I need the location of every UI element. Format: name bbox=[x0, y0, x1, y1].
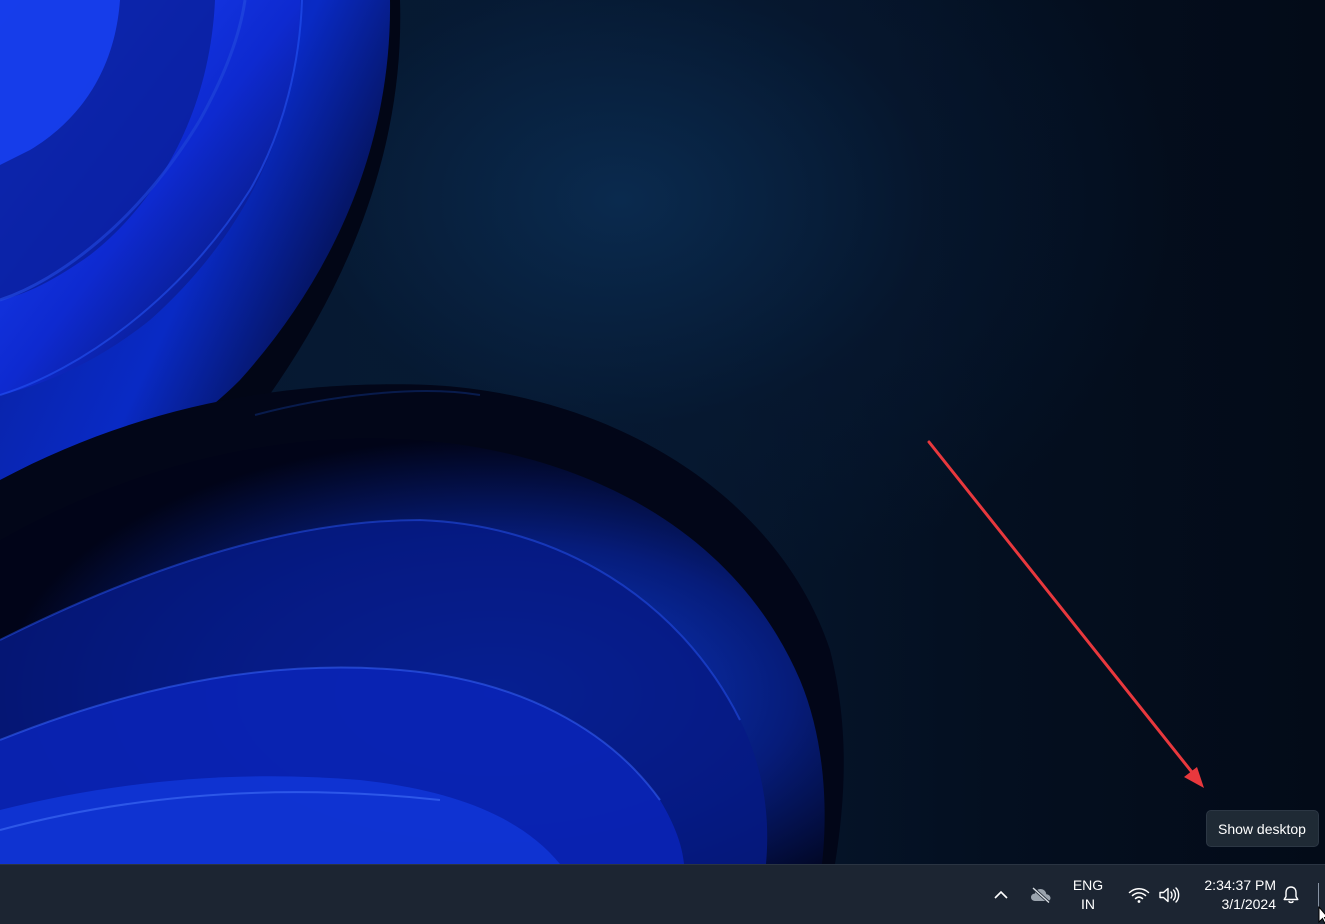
network-volume-button[interactable] bbox=[1122, 880, 1186, 910]
show-hidden-icons-button[interactable] bbox=[988, 880, 1014, 910]
wifi-icon bbox=[1128, 888, 1150, 903]
notifications-button[interactable] bbox=[1278, 880, 1304, 910]
chevron-up-icon bbox=[994, 890, 1008, 899]
taskbar: ENG IN 2:34:37 PM 3/1/2024 bbox=[0, 864, 1325, 924]
volume-icon bbox=[1159, 887, 1180, 903]
clock-date: 3/1/2024 bbox=[1221, 896, 1277, 912]
clock-button[interactable]: 2:34:37 PM 3/1/2024 bbox=[1188, 875, 1276, 915]
onedrive-button[interactable] bbox=[1026, 880, 1056, 910]
show-desktop-divider bbox=[1318, 883, 1319, 907]
bell-icon bbox=[1283, 886, 1299, 904]
mouse-cursor-icon bbox=[1318, 906, 1325, 924]
show-desktop-button[interactable] bbox=[1316, 883, 1325, 907]
language-region: IN bbox=[1081, 896, 1095, 912]
language-code: ENG bbox=[1072, 877, 1104, 893]
cloud-offline-icon bbox=[1031, 887, 1051, 903]
wallpaper-bloom bbox=[0, 0, 844, 864]
show-desktop-tooltip: Show desktop bbox=[1206, 810, 1319, 847]
clock-time: 2:34:37 PM bbox=[1204, 877, 1276, 893]
input-language-button[interactable]: ENG IN bbox=[1062, 875, 1114, 915]
desktop[interactable]: Show desktop bbox=[0, 0, 1325, 864]
